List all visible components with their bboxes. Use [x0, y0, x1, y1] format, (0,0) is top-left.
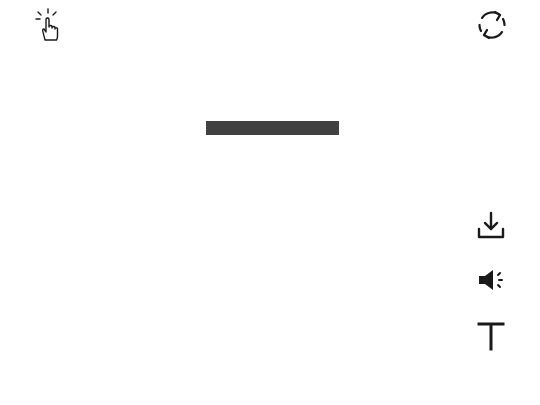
download-icon[interactable]: [474, 208, 508, 242]
center-bar: [206, 121, 339, 135]
tap-hand-icon: [32, 6, 64, 44]
rotate-icon[interactable]: [474, 7, 510, 43]
text-icon[interactable]: [474, 318, 508, 354]
speaker-icon[interactable]: [474, 263, 508, 297]
